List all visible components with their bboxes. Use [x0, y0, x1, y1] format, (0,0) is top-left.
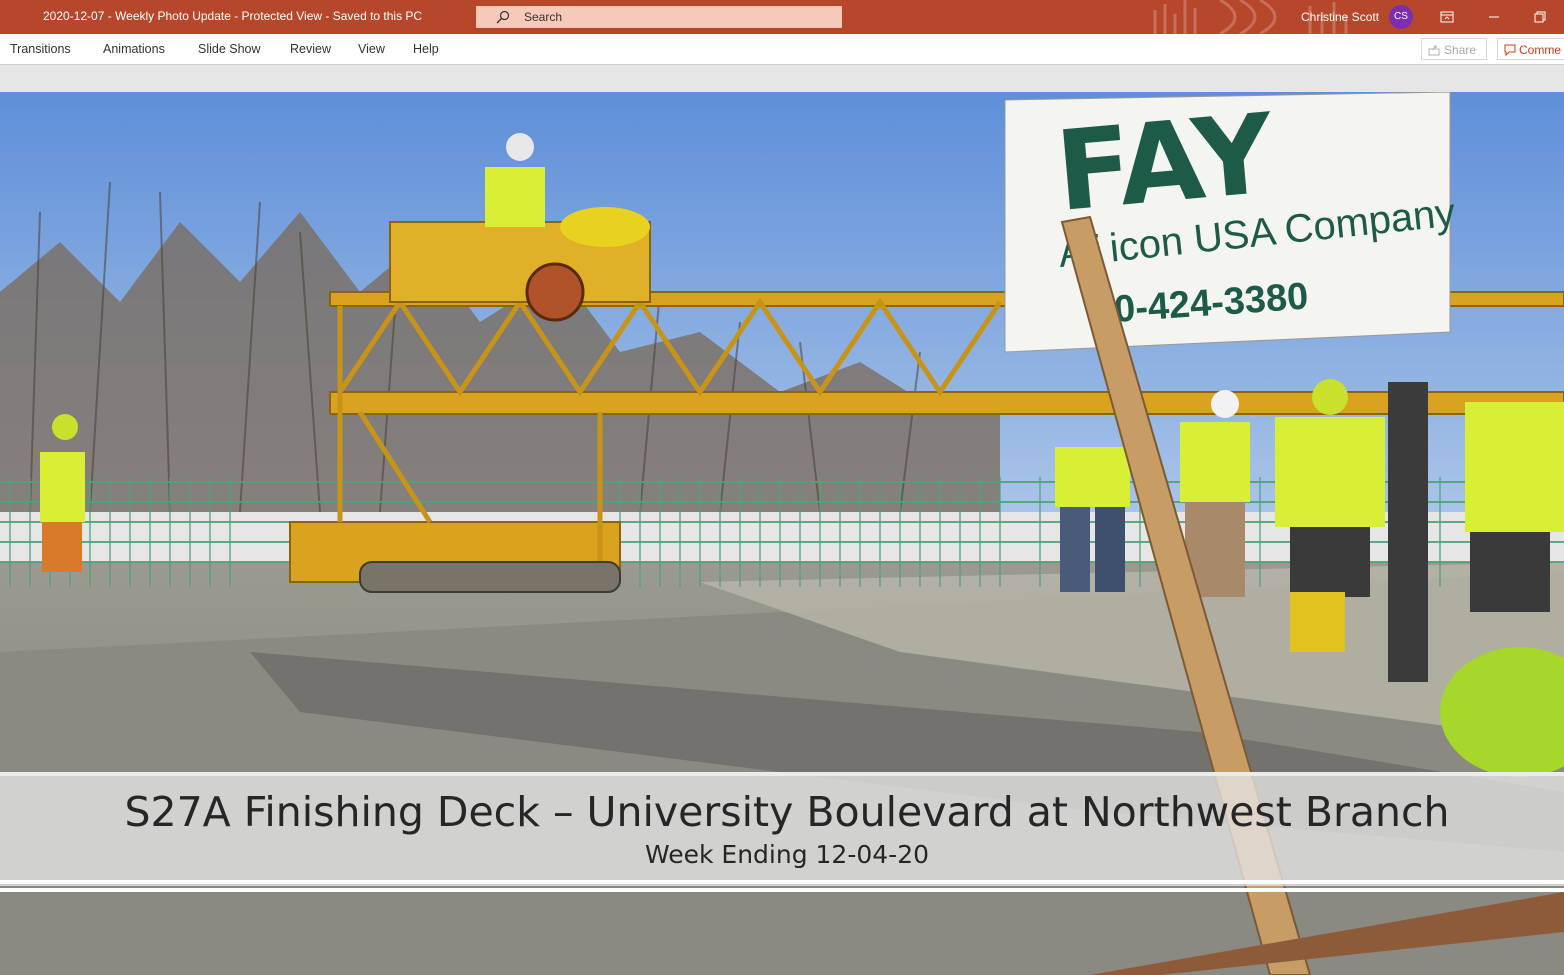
minimize-icon[interactable]	[1485, 8, 1503, 26]
tab-review[interactable]: Review	[290, 42, 331, 56]
search-icon	[496, 10, 510, 24]
comments-label: Comme	[1519, 43, 1562, 57]
slide-canvas[interactable]: FAY A i icon USA Company 0-424-3380 S27A…	[0, 92, 1564, 975]
tab-animations[interactable]: Animations	[103, 42, 165, 56]
share-button[interactable]: Share	[1421, 38, 1487, 60]
title-rule-middle	[0, 880, 1564, 884]
slide-title[interactable]: S27A Finishing Deck – University Bouleva…	[0, 788, 1564, 836]
comments-button[interactable]: Comme	[1497, 38, 1564, 60]
tab-slide-show[interactable]: Slide Show	[198, 42, 261, 56]
slide-subtitle[interactable]: Week Ending 12-04-20	[0, 840, 1564, 869]
tab-transitions[interactable]: Transitions	[10, 42, 71, 56]
share-label: Share	[1444, 43, 1477, 57]
title-rule-bottom	[0, 888, 1564, 892]
avatar[interactable]: CS	[1389, 5, 1413, 29]
tab-help[interactable]: Help	[413, 42, 439, 56]
title-bar: 2020-12-07 - Weekly Photo Update - Prote…	[0, 0, 1564, 34]
user-name[interactable]: Christine Scott	[1301, 10, 1379, 24]
search-placeholder[interactable]: Search	[524, 10, 562, 24]
restore-icon[interactable]	[1531, 8, 1549, 26]
tab-view[interactable]: View	[358, 42, 385, 56]
share-icon	[1428, 45, 1440, 56]
search-box[interactable]: Search	[476, 6, 842, 28]
comment-icon	[1504, 44, 1516, 56]
document-title: 2020-12-07 - Weekly Photo Update - Prote…	[43, 9, 423, 23]
ribbon-display-options-icon[interactable]	[1438, 8, 1456, 26]
ribbon-tabs: Transitions Animations Slide Show Review…	[0, 34, 1564, 65]
